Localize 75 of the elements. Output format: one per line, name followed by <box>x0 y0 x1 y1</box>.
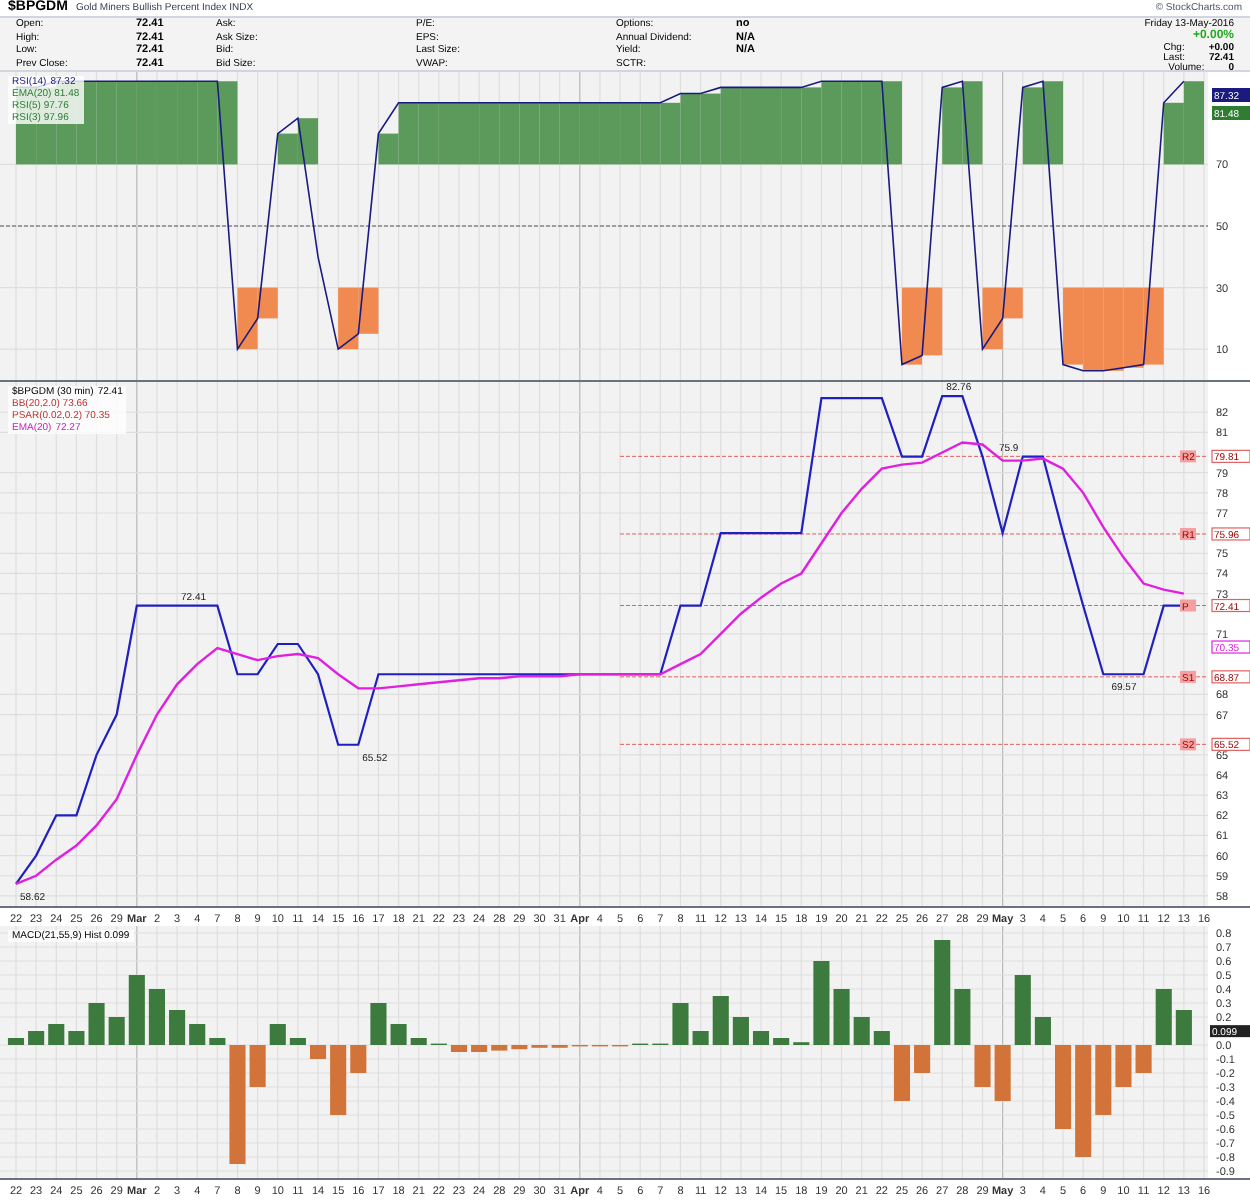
histogram-bar <box>7 1038 25 1045</box>
overbought-area <box>519 102 540 165</box>
histogram-bar <box>209 1038 226 1045</box>
overbought-area <box>1163 102 1184 165</box>
histogram-bar <box>1075 1045 1092 1157</box>
histogram-bar <box>310 1045 327 1059</box>
overbought-area <box>680 93 701 165</box>
overbought-area <box>499 102 520 165</box>
oversold-area <box>1063 287 1084 365</box>
histogram-bar <box>48 1024 65 1045</box>
histogram-bar <box>289 1038 306 1045</box>
histogram-bar <box>813 961 830 1045</box>
oversold-area <box>1123 287 1144 368</box>
histogram-bar <box>28 1031 45 1045</box>
histogram-bar <box>1014 975 1031 1045</box>
histogram-bar <box>752 1031 770 1045</box>
overbought-area <box>479 102 500 165</box>
histogram-bar <box>370 1003 387 1045</box>
overbought-area <box>700 93 721 165</box>
histogram-bar <box>853 1017 870 1045</box>
overbought-area <box>660 102 681 165</box>
histogram-bar <box>1115 1045 1132 1087</box>
histogram-bar <box>128 975 145 1045</box>
histogram-bar <box>732 1017 749 1045</box>
histogram-bar <box>390 1024 407 1045</box>
histogram-bar <box>491 1045 508 1051</box>
overbought-area <box>217 81 238 165</box>
histogram-bar <box>934 940 951 1045</box>
overbought-area <box>177 81 198 165</box>
histogram-bar <box>974 1045 991 1087</box>
histogram-bar <box>88 1003 105 1045</box>
histogram-bar <box>410 1038 427 1045</box>
histogram-bar <box>229 1045 246 1164</box>
histogram-bar <box>672 1003 689 1045</box>
histogram-bar <box>873 1031 890 1045</box>
histogram-bar <box>994 1045 1011 1101</box>
histogram-bar <box>68 1031 85 1045</box>
overbought-area <box>801 87 822 165</box>
histogram-bar <box>692 1031 709 1045</box>
histogram-bar <box>269 1024 286 1045</box>
histogram-bar <box>471 1045 488 1052</box>
histogram-bar <box>1055 1045 1072 1129</box>
histogram-bar <box>350 1045 367 1073</box>
overbought-area <box>640 102 661 165</box>
histogram-bar <box>249 1045 266 1087</box>
histogram-bar <box>1155 989 1172 1045</box>
histogram-bar <box>773 1038 790 1045</box>
overbought-area <box>1022 87 1043 165</box>
overbought-area <box>197 81 218 165</box>
oversold-area <box>1103 287 1124 371</box>
histogram-bar <box>330 1045 347 1115</box>
histogram-bar <box>893 1045 910 1101</box>
histogram-bar <box>450 1045 468 1052</box>
histogram-bar <box>712 996 729 1045</box>
oversold-area <box>1083 287 1104 371</box>
overbought-area <box>942 87 963 165</box>
histogram-bar <box>511 1045 528 1050</box>
histogram-bar <box>108 1017 125 1045</box>
histogram-bar <box>914 1045 931 1073</box>
histogram-bar <box>189 1024 206 1045</box>
histogram-bar <box>1034 1017 1051 1045</box>
histogram-bar <box>1175 1010 1192 1045</box>
histogram-bar <box>954 989 971 1045</box>
overbought-area <box>1183 81 1204 165</box>
overbought-area <box>962 81 983 165</box>
histogram-bar <box>833 989 850 1045</box>
overbought-area <box>620 102 641 165</box>
histogram-bar <box>1095 1045 1112 1115</box>
histogram-bar <box>1135 1045 1152 1073</box>
oversold-area <box>338 287 359 350</box>
histogram-bar <box>148 989 165 1045</box>
overbought-area <box>761 87 782 165</box>
histogram-bar <box>169 1010 186 1045</box>
overbought-area <box>781 87 802 165</box>
overbought-area <box>821 81 842 165</box>
